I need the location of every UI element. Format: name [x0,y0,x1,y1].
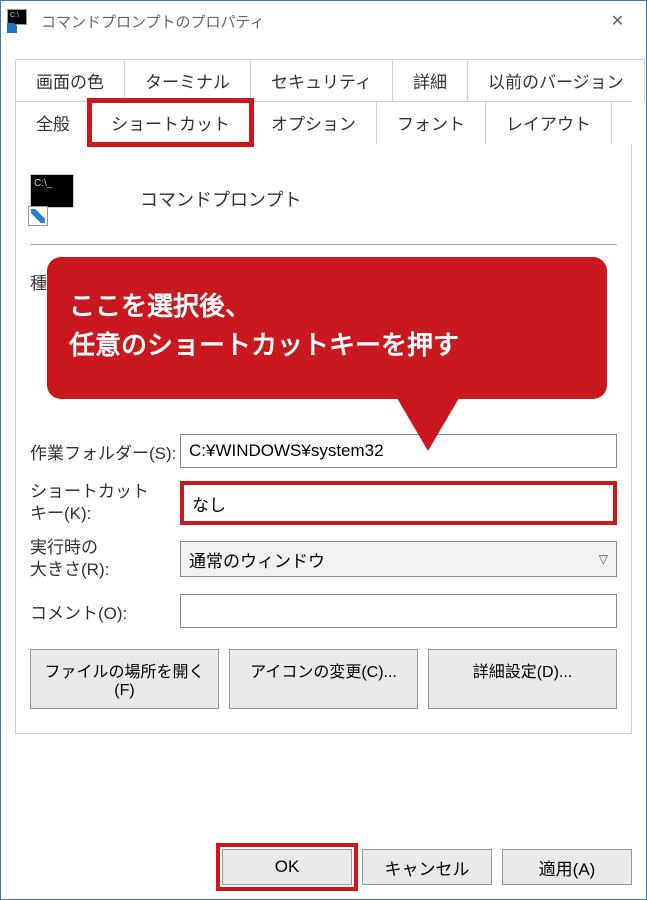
tab-colors[interactable]: 画面の色 [15,59,125,101]
cancel-button[interactable]: キャンセル [362,849,492,885]
titlebar: C:\ コマンドプロンプトのプロパティ ✕ [1,1,646,41]
window-icon: C:\ [7,9,31,33]
label-runsize: 実行時の 大きさ(R): [30,537,180,581]
tab-shortcut[interactable]: ショートカット [90,101,251,144]
tab-prev-versions[interactable]: 以前のバージョン [467,59,645,101]
app-icon: C:\_ [30,174,80,224]
advanced-button[interactable]: 詳細設定(D)... [428,649,617,709]
tab-terminal[interactable]: ターミナル [124,59,251,101]
annotation-callout: ここを選択後、 任意のショートカットキーを押す [47,257,607,399]
tab-options[interactable]: オプション [250,101,377,144]
chevron-down-icon: ▽ [599,552,608,566]
apply-button[interactable]: 適用(A) [502,849,632,885]
tab-layout[interactable]: レイアウト [485,101,612,144]
tab-security[interactable]: セキュリティ [250,59,393,101]
close-icon[interactable]: ✕ [595,4,640,39]
callout-line1: ここを選択後、 [69,287,585,326]
window-title: コマンドプロンプトのプロパティ [41,11,595,32]
tab-panel-shortcut: C:\_ コマンドプロンプト 種類: アプリケーション 作業フォルダー(S): … [15,144,632,734]
open-location-button[interactable]: ファイルの場所を開く(F) [30,649,219,709]
tab-details[interactable]: 詳細 [392,59,468,101]
app-name: コマンドプロンプト [140,186,301,212]
tab-font[interactable]: フォント [376,101,486,144]
tab-general[interactable]: 全般 [15,101,91,144]
shortcut-key-field[interactable] [180,481,617,525]
label-shortcut-key: ショートカット キー(K): [30,481,180,525]
runsize-value: 通常のウィンドウ [189,547,325,572]
label-workdir: 作業フォルダー(S): [30,439,180,464]
label-comment: コメント(O): [30,599,180,624]
change-icon-button[interactable]: アイコンの変更(C)... [229,649,418,709]
runsize-select[interactable]: 通常のウィンドウ ▽ [180,541,617,577]
ok-button[interactable]: OK [222,849,352,885]
comment-field[interactable] [180,594,617,628]
callout-line2: 任意のショートカットキーを押す [69,326,585,365]
